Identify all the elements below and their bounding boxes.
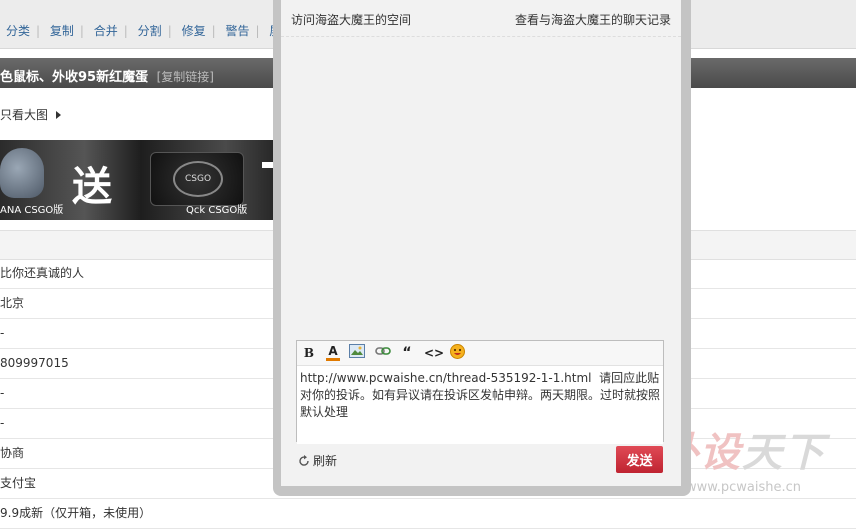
promo-banner[interactable]: 送 CSGO ANA CSGO版 Qck CSGO版: [0, 140, 282, 220]
code-button[interactable]: <>: [424, 344, 444, 362]
refresh-label: 刷新: [313, 454, 338, 468]
mod-link-copy[interactable]: 复制: [44, 24, 80, 38]
mod-link-classify[interactable]: 分类: [0, 24, 36, 38]
bold-button[interactable]: B: [303, 344, 315, 362]
quote-button[interactable]: “: [401, 344, 413, 362]
visit-space-link[interactable]: 访问海盗大魔王的空间: [291, 11, 411, 28]
message-textarea[interactable]: http://www.pcwaishe.cn/thread-535192-1-1…: [297, 366, 663, 444]
copy-link[interactable]: [复制链接]: [157, 70, 214, 84]
link-icon[interactable]: [375, 344, 391, 362]
watermark-url: www.pcwaishe.cn: [686, 480, 801, 495]
table-row: 9.9成新（仅开箱，未使用）: [0, 499, 856, 529]
banner-caption-right: Qck CSGO版: [186, 205, 248, 216]
watermark-title-2: 天下: [742, 430, 826, 476]
mousepad-image: CSGO: [150, 152, 244, 206]
mouse-image: [0, 148, 44, 198]
refresh-icon: [299, 455, 309, 466]
message-editor: B A “ <> http://www.pcwaishe.cn/thread-5…: [296, 340, 664, 444]
mod-link-merge[interactable]: 合并: [88, 24, 124, 38]
dialog-header: 访问海盗大魔王的空间 查看与海盗大魔王的聊天记录: [281, 0, 681, 37]
send-button[interactable]: 发送: [616, 446, 663, 473]
mod-link-repair[interactable]: 修复: [176, 24, 212, 38]
smiley-icon[interactable]: [449, 344, 465, 362]
editor-toolbar: B A “ <>: [297, 341, 663, 366]
message-dialog: 访问海盗大魔王的空间 查看与海盗大魔王的聊天记录 B A “ <> http:/…: [281, 0, 681, 486]
refresh-button[interactable]: 刷新: [298, 452, 337, 469]
chat-history-link[interactable]: 查看与海盗大魔王的聊天记录: [515, 11, 671, 28]
view-big-link[interactable]: 只看大图: [0, 106, 62, 123]
banner-caption-left: ANA CSGO版: [0, 205, 64, 216]
image-icon[interactable]: [349, 344, 365, 362]
view-big-label: 只看大图: [0, 108, 49, 122]
thread-title: 色鼠标、外收95新红魔蛋: [0, 70, 149, 85]
banner-text: 送: [72, 164, 112, 210]
arrow-right-icon: [56, 111, 62, 119]
csgo-logo: CSGO: [173, 161, 223, 197]
mod-link-warn[interactable]: 警告: [219, 24, 255, 38]
font-color-button[interactable]: A: [326, 344, 340, 361]
mod-links: 分类| 复制| 合并| 分割| 修复| 警告| 屏蔽: [0, 22, 299, 39]
mod-link-split[interactable]: 分割: [132, 24, 168, 38]
